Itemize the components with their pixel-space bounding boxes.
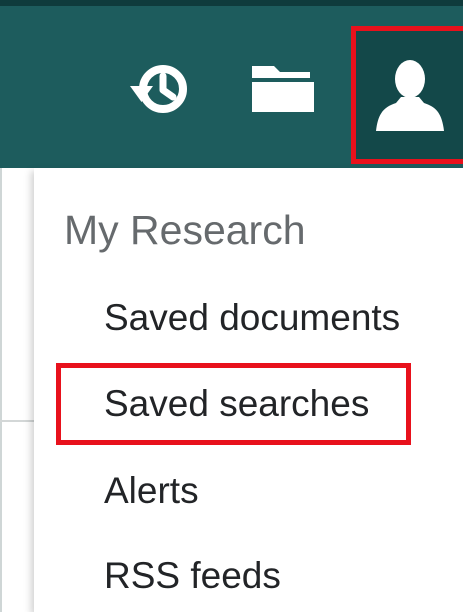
my-research-dropdown: My Research Saved documents Saved search… <box>34 168 463 612</box>
page-edge-divider <box>0 168 2 612</box>
folder-button[interactable] <box>242 28 324 148</box>
menu-item-rss-feeds[interactable]: RSS feeds <box>104 554 281 598</box>
history-icon <box>130 65 187 113</box>
menu-item-saved-documents[interactable]: Saved documents <box>104 296 400 340</box>
user-account-button[interactable] <box>351 26 463 164</box>
user-icon <box>375 60 444 131</box>
dropdown-heading: My Research <box>64 207 306 253</box>
background-divider <box>0 420 34 422</box>
history-button[interactable] <box>120 28 200 148</box>
folder-icon <box>252 66 314 112</box>
menu-item-alerts[interactable]: Alerts <box>104 469 199 513</box>
top-toolbar <box>0 0 463 168</box>
menu-item-saved-searches[interactable]: Saved searches <box>104 382 369 426</box>
